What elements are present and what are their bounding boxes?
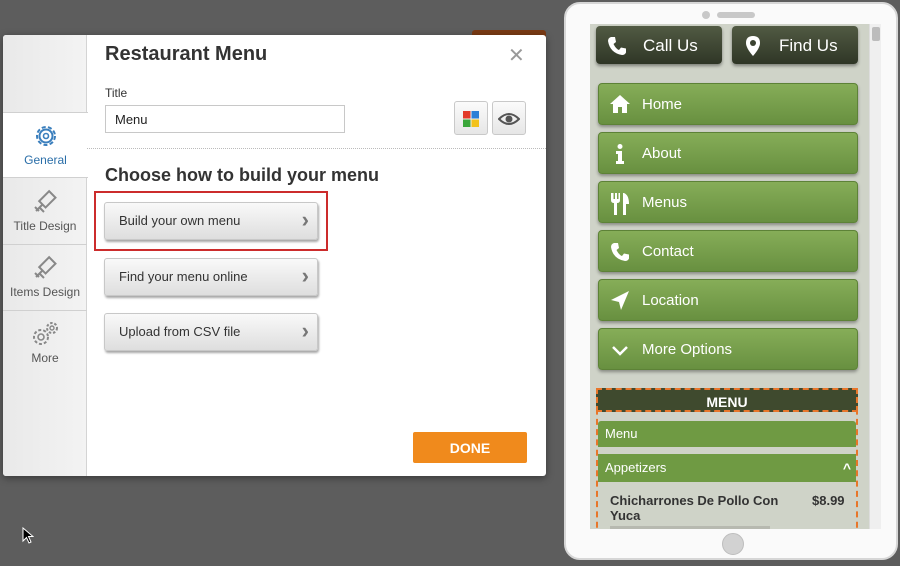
- build-own-menu-label: Build your own menu: [119, 213, 241, 228]
- map-pin-icon: [746, 36, 760, 56]
- build-own-menu-button[interactable]: Build your own menu ›: [104, 202, 318, 240]
- title-field-label: Title: [105, 86, 128, 100]
- home-icon: [610, 95, 630, 113]
- menu-item-name: Chicharrones De Pollo Con Yuca: [610, 493, 779, 523]
- find-us-button[interactable]: Find Us: [732, 26, 858, 64]
- nav-contact[interactable]: Contact: [598, 230, 858, 272]
- chevron-right-icon: ›: [301, 207, 309, 232]
- chevron-right-icon: ›: [301, 263, 309, 288]
- phone-home-button: [722, 533, 744, 555]
- find-menu-online-button[interactable]: Find your menu online ›: [104, 258, 318, 296]
- tab-title-design-label: Title Design: [13, 219, 77, 233]
- mouse-cursor-icon: [22, 527, 34, 544]
- tab-more-label: More: [31, 351, 59, 365]
- phone-speaker: [717, 12, 755, 18]
- menu-editor-dialog: General Title Design Items Design More R…: [3, 35, 546, 476]
- utensils-icon: [611, 193, 629, 215]
- nav-menus-label: Menus: [642, 194, 688, 211]
- call-us-button[interactable]: Call Us: [596, 26, 722, 64]
- nav-location[interactable]: Location: [598, 279, 858, 321]
- phone-screen: Call Us Find Us Home About Menus Contact…: [590, 24, 881, 529]
- find-menu-online-label: Find your menu online: [119, 269, 248, 284]
- preview-scrollbar[interactable]: [869, 24, 881, 529]
- color-palette-button[interactable]: [454, 101, 488, 135]
- nav-more-options[interactable]: More Options: [598, 328, 858, 370]
- chevron-down-icon: [612, 346, 628, 356]
- tab-general-label: General: [24, 153, 67, 167]
- nav-more-options-label: More Options: [642, 341, 733, 358]
- menu-tab[interactable]: Menu: [598, 421, 856, 447]
- nav-home[interactable]: Home: [598, 83, 858, 125]
- done-button[interactable]: DONE: [413, 432, 527, 463]
- brush-icon: [34, 189, 57, 213]
- chevron-right-icon: ›: [301, 318, 309, 343]
- title-input[interactable]: [105, 105, 345, 133]
- tab-items-design[interactable]: Items Design: [3, 245, 87, 311]
- category-label: Appetizers: [605, 460, 667, 475]
- phone-preview: Call Us Find Us Home About Menus Contact…: [564, 2, 898, 560]
- find-us-label: Find Us: [779, 36, 838, 55]
- chevron-up-icon: ^: [842, 460, 851, 476]
- dialog-title: Restaurant Menu: [105, 43, 268, 65]
- nav-about-label: About: [642, 145, 682, 162]
- color-palette-icon: [463, 111, 479, 127]
- location-arrow-icon: [611, 291, 629, 310]
- gears-icon: [33, 322, 58, 345]
- nav-home-label: Home: [642, 96, 683, 113]
- menu-header: MENU: [596, 388, 858, 412]
- menu-item-description: [610, 526, 770, 529]
- phone-icon: [608, 37, 626, 55]
- phone-camera: [702, 11, 710, 19]
- menu-item-price: $8.99: [812, 493, 845, 508]
- upload-csv-label: Upload from CSV file: [119, 324, 241, 339]
- upload-csv-button[interactable]: Upload from CSV file ›: [104, 313, 318, 351]
- close-icon[interactable]: ✕: [508, 43, 525, 68]
- build-menu-heading: Choose how to build your menu: [105, 165, 379, 185]
- gear-icon: [35, 126, 56, 146]
- phone-icon: [611, 243, 629, 261]
- nav-menus[interactable]: Menus: [598, 181, 858, 223]
- tab-title-design[interactable]: Title Design: [3, 179, 87, 245]
- tab-more[interactable]: More: [3, 311, 87, 377]
- brush-icon: [34, 255, 57, 279]
- nav-about[interactable]: About: [598, 132, 858, 174]
- call-us-label: Call Us: [643, 36, 698, 55]
- editor-sidebar: General Title Design Items Design More: [3, 35, 88, 476]
- section-divider: [87, 148, 546, 149]
- nav-contact-label: Contact: [642, 243, 694, 260]
- tab-items-design-label: Items Design: [9, 285, 81, 299]
- info-icon: [616, 144, 624, 164]
- eye-icon: [498, 113, 520, 125]
- category-appetizers[interactable]: Appetizers ^: [598, 454, 856, 482]
- nav-location-label: Location: [642, 292, 699, 309]
- tab-general[interactable]: General: [3, 112, 88, 178]
- preview-button[interactable]: [492, 101, 526, 135]
- scrollbar-thumb[interactable]: [872, 27, 880, 41]
